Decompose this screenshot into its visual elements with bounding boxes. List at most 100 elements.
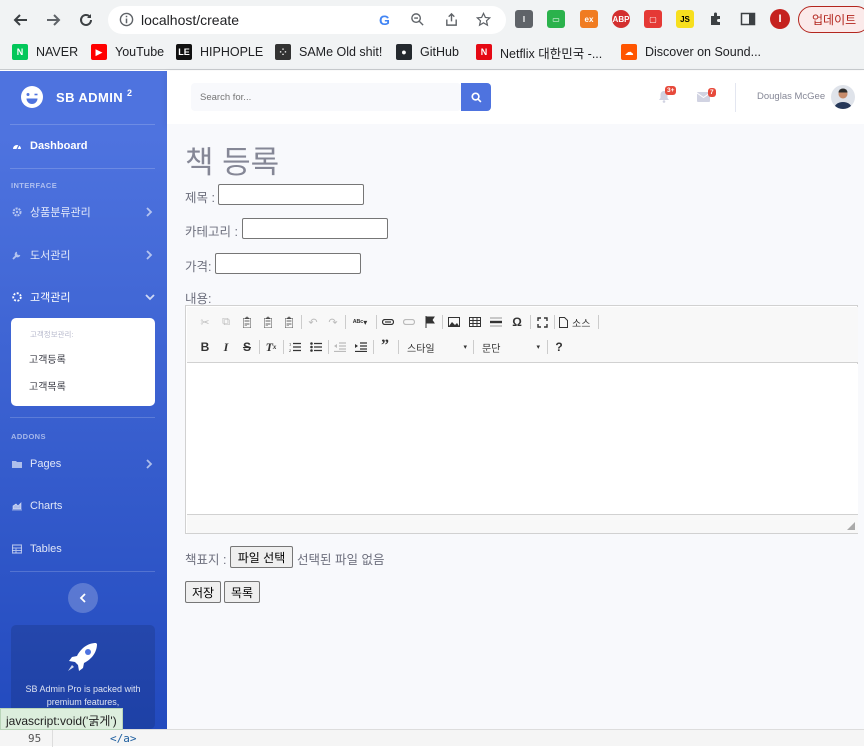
- url-text: localhost/create: [141, 12, 240, 28]
- bullet-list-icon[interactable]: [308, 339, 324, 355]
- back-icon[interactable]: [10, 10, 32, 30]
- toolbar-separator: [554, 315, 555, 329]
- brand-superscript: 2: [127, 88, 133, 98]
- topbar-divider: [735, 83, 736, 112]
- forward-icon[interactable]: [42, 10, 64, 30]
- search-button[interactable]: [461, 83, 491, 111]
- reload-icon[interactable]: [75, 10, 97, 30]
- code-editor-strip: 95 </a>: [0, 729, 864, 747]
- price-label: 가격:: [185, 260, 212, 274]
- title-input[interactable]: [218, 184, 364, 205]
- cut-icon[interactable]: ✂: [197, 314, 213, 330]
- profile-avatar[interactable]: I: [770, 9, 790, 29]
- bookmark-item[interactable]: ▶ YouTube: [91, 44, 164, 60]
- promo-text-1: SB Admin Pro is packed with: [25, 684, 141, 694]
- dropdown-arrow-icon: ▾: [463, 344, 467, 351]
- google-icon[interactable]: G: [379, 12, 390, 28]
- style-select[interactable]: 스타일 ▾: [403, 338, 471, 356]
- price-input[interactable]: [215, 253, 361, 274]
- horizontal-line-icon[interactable]: [488, 314, 504, 330]
- unlink-icon[interactable]: [401, 314, 417, 330]
- bookmark-star-icon[interactable]: [476, 12, 491, 27]
- sidebar-brand[interactable]: SB ADMIN 2: [0, 71, 167, 123]
- search-icon: [470, 91, 481, 102]
- paste-text-icon[interactable]: 📋︎: [260, 314, 276, 330]
- category-input[interactable]: [242, 218, 388, 239]
- sidebar-divider: [10, 168, 155, 169]
- toolbar-separator: [442, 315, 443, 329]
- toolbar-separator: [373, 340, 374, 354]
- adblock-icon[interactable]: ABP: [612, 10, 630, 28]
- svg-text:1: 1: [289, 342, 292, 347]
- extension-i-icon[interactable]: I: [515, 10, 533, 28]
- sidebar-item-customers[interactable]: 고객관리: [0, 284, 167, 310]
- sidebar-item-dashboard[interactable]: Dashboard: [0, 133, 167, 159]
- spellcheck-icon[interactable]: ᴬᴮᶜ▾: [349, 314, 371, 330]
- submenu-item-register[interactable]: 고객등록: [29, 351, 66, 366]
- share-icon[interactable]: [444, 12, 459, 27]
- extension-ex-icon[interactable]: ex: [580, 10, 598, 28]
- anchor-flag-icon[interactable]: [422, 314, 438, 330]
- file-choose-button[interactable]: 파일 선택: [230, 546, 293, 568]
- maximize-icon[interactable]: [534, 314, 550, 330]
- sidebar-item-pages[interactable]: Pages: [0, 451, 167, 477]
- extension-js-icon[interactable]: JS: [676, 10, 694, 28]
- search-input[interactable]: [191, 83, 433, 111]
- zoom-icon[interactable]: [410, 12, 425, 27]
- bookmark-item[interactable]: ☁ Discover on Sound...: [621, 44, 761, 60]
- tachometer-icon: [12, 141, 22, 151]
- bookmark-item[interactable]: LE HIPHOPLE: [176, 44, 263, 60]
- submenu-item-list[interactable]: 고객목록: [29, 378, 66, 393]
- bookmark-item[interactable]: N Netflix 대한민국 -...: [476, 44, 602, 61]
- outdent-icon[interactable]: [332, 339, 348, 355]
- link-icon[interactable]: [380, 314, 396, 330]
- toolbar-separator: [345, 315, 346, 329]
- paste-word-icon[interactable]: 📋︎: [281, 314, 297, 330]
- sidebar-item-tables[interactable]: Tables: [0, 536, 167, 562]
- user-avatar[interactable]: [831, 85, 855, 109]
- side-panel-icon[interactable]: [739, 10, 757, 28]
- paste-icon[interactable]: 📋︎: [239, 314, 255, 330]
- sidebar-item-charts[interactable]: Charts: [0, 493, 167, 519]
- title-label: 제목 :: [185, 191, 215, 205]
- help-icon[interactable]: ?: [551, 339, 567, 355]
- table-insert-icon[interactable]: [467, 314, 483, 330]
- bookmark-item[interactable]: ● GitHub: [396, 44, 459, 60]
- spinner-icon: [12, 292, 22, 302]
- toolbar-separator: [547, 340, 548, 354]
- redo-icon[interactable]: ↷: [325, 314, 341, 330]
- extension-green-icon[interactable]: ▭: [547, 10, 565, 28]
- messages-badge: 7: [708, 88, 716, 97]
- extensions-puzzle-icon[interactable]: [707, 10, 725, 28]
- sidebar-toggle-button[interactable]: [68, 583, 98, 613]
- editor-content-area[interactable]: [187, 364, 858, 514]
- strike-icon[interactable]: S: [239, 339, 255, 355]
- italic-icon[interactable]: I: [218, 339, 234, 355]
- format-select[interactable]: 문단 ▾: [478, 338, 544, 356]
- bookmark-item[interactable]: N NAVER: [12, 44, 78, 60]
- bookmark-item[interactable]: ⁘ SAMe Old shit!: [275, 44, 382, 60]
- sidebar-item-books[interactable]: 도서관리: [0, 242, 167, 268]
- image-icon[interactable]: [446, 314, 462, 330]
- address-bar[interactable]: localhost/create G: [108, 6, 506, 34]
- save-button[interactable]: 저장: [185, 581, 221, 603]
- update-button[interactable]: 업데이트: [798, 6, 864, 33]
- special-char-icon[interactable]: Ω: [509, 314, 525, 330]
- sidebar-item-category[interactable]: 상품분류관리: [0, 199, 167, 225]
- indent-icon[interactable]: [353, 339, 369, 355]
- copy-icon[interactable]: ⧉: [218, 314, 234, 330]
- source-button[interactable]: 소스: [559, 314, 599, 330]
- messages-button[interactable]: 7: [697, 88, 716, 102]
- site-info-icon[interactable]: [119, 12, 134, 27]
- remove-format-icon[interactable]: Tx: [263, 339, 279, 355]
- user-name[interactable]: Douglas McGee: [757, 91, 825, 102]
- alerts-button[interactable]: 3+: [658, 86, 677, 103]
- bookmark-label: HIPHOPLE: [200, 45, 264, 59]
- blockquote-icon[interactable]: ”: [377, 337, 393, 354]
- bookmark-label: YouTube: [115, 45, 165, 59]
- undo-icon[interactable]: ↶: [305, 314, 321, 330]
- numbered-list-icon[interactable]: 12: [287, 339, 303, 355]
- bold-icon[interactable]: B: [197, 339, 213, 355]
- extension-chat-icon[interactable]: ▢: [644, 10, 662, 28]
- list-button[interactable]: 목록: [224, 581, 260, 603]
